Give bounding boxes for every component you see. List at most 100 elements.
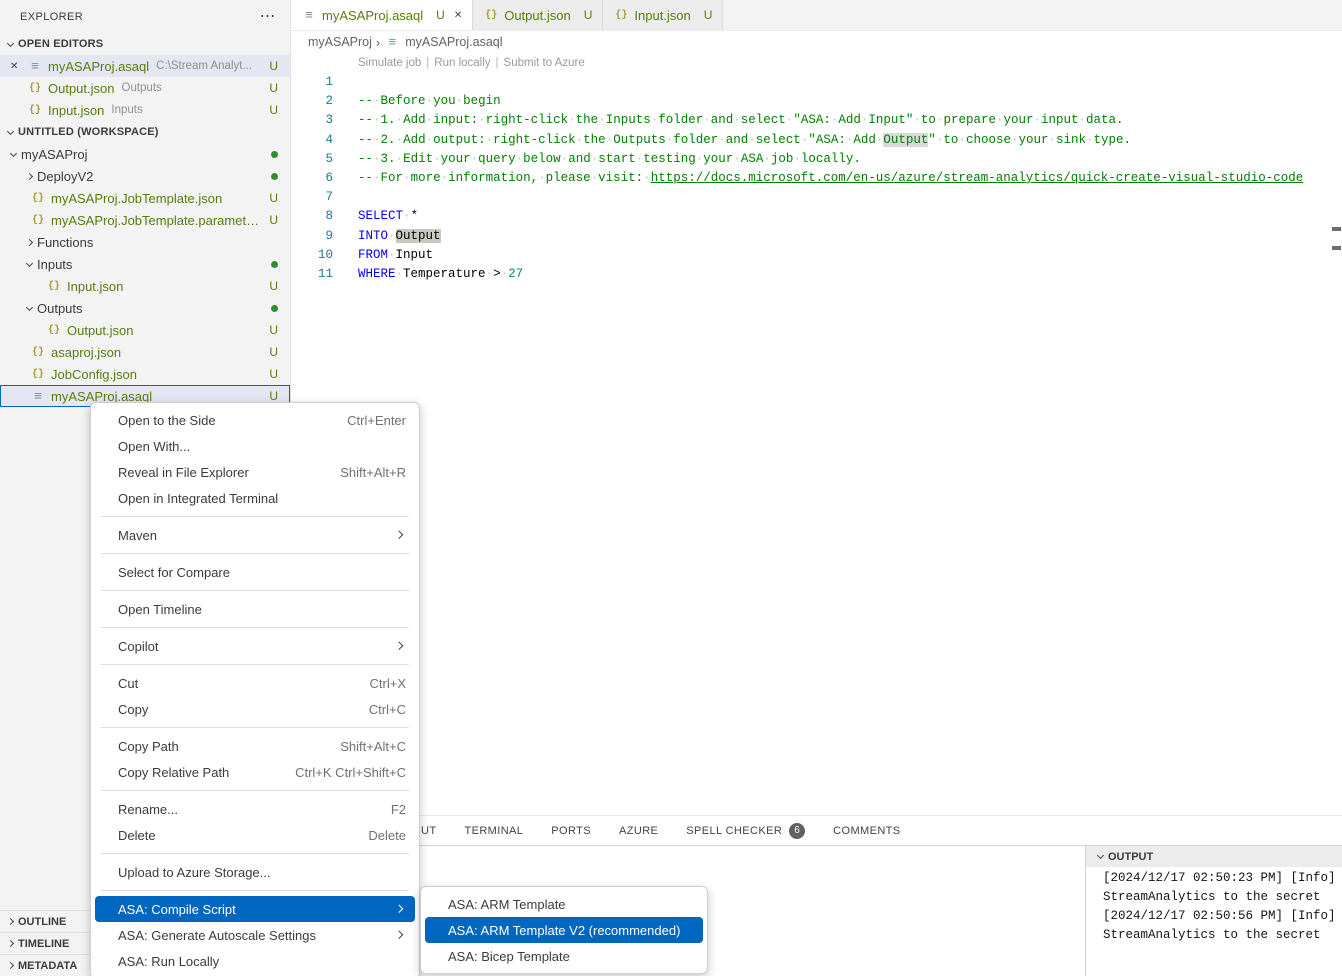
open-editors-header[interactable]: OPEN EDITORS bbox=[0, 33, 290, 55]
output-log-line: [2024/12/17 02:50:56 PM] [Info] bbox=[1086, 907, 1342, 926]
tree-file-item[interactable]: {}myASAProj.JobTemplate.parameter...U bbox=[0, 209, 290, 231]
whitespace-dot: · bbox=[936, 133, 944, 147]
submenu-arrow-icon bbox=[394, 531, 402, 539]
panel-tab-ports[interactable]: PORTS bbox=[551, 825, 591, 837]
code-link[interactable]: https://docs.microsoft.com/en-us/azure/s… bbox=[651, 171, 1304, 185]
menu-item-label: Copilot bbox=[118, 639, 384, 654]
menu-item[interactable]: Maven bbox=[95, 522, 415, 548]
open-editor-item[interactable]: ✕≡myASAProj.asaqlC:\Stream Analyt...U bbox=[0, 55, 290, 77]
chevron-down-icon bbox=[7, 39, 14, 46]
menu-item[interactable]: ASA: ARM Template bbox=[425, 891, 703, 917]
whitespace-dot: · bbox=[486, 267, 494, 281]
open-editor-item[interactable]: {}Output.jsonOutputsU bbox=[0, 77, 290, 99]
tree-folder-item[interactable]: Outputs bbox=[0, 297, 290, 319]
panel-tab-label: AZURE bbox=[619, 825, 658, 837]
codelens-action[interactable]: Run locally bbox=[434, 57, 490, 69]
whitespace-dot: · bbox=[403, 209, 411, 223]
menu-item-shortcut: Delete bbox=[368, 828, 406, 843]
tree-file-item[interactable]: {}myASAProj.JobTemplate.jsonU bbox=[0, 187, 290, 209]
menu-item-label: ASA: Generate Autoscale Settings bbox=[118, 928, 384, 943]
panel-tab-comments[interactable]: COMMENTS bbox=[833, 825, 900, 837]
menu-item-shortcut: Ctrl+C bbox=[369, 702, 406, 717]
menu-item-shortcut: Ctrl+K Ctrl+Shift+C bbox=[295, 765, 406, 780]
tree-folder-item[interactable]: myASAProj bbox=[0, 143, 290, 165]
tree-file-item[interactable]: {}JobConfig.jsonU bbox=[0, 363, 290, 385]
git-status-badge: U bbox=[263, 81, 278, 95]
menu-item[interactable]: DeleteDelete bbox=[95, 822, 415, 848]
tree-folder-item[interactable]: Inputs bbox=[0, 253, 290, 275]
workspace-header[interactable]: UNTITLED (WORKSPACE) bbox=[0, 121, 290, 143]
menu-item[interactable]: Open in Integrated Terminal bbox=[95, 485, 415, 511]
menu-item[interactable]: Copilot bbox=[95, 633, 415, 659]
codelens-separator: | bbox=[496, 57, 499, 69]
tree-file-item[interactable]: {}Input.jsonU bbox=[0, 275, 290, 297]
file-name: myASAProj.JobTemplate.parameter... bbox=[51, 213, 263, 228]
file-name: Input.json bbox=[48, 103, 104, 118]
overview-ruler-mark bbox=[1332, 246, 1341, 250]
menu-item[interactable]: ASA: Bicep Template bbox=[425, 943, 703, 969]
menu-item-label: ASA: Run Locally bbox=[118, 954, 406, 969]
section-label: OUTLINE bbox=[18, 916, 66, 928]
whitespace-dot: · bbox=[538, 171, 546, 185]
menu-item[interactable]: ASA: Run Locally bbox=[95, 948, 415, 974]
close-icon[interactable]: ✕ bbox=[10, 61, 27, 72]
breadcrumb-item[interactable]: ≡myASAProj.asaql bbox=[384, 35, 502, 50]
menu-item[interactable]: Copy Relative Path Ctrl+K Ctrl+Shift+C bbox=[95, 759, 415, 785]
menu-item-label: Copy Relative Path bbox=[118, 765, 271, 780]
editor-tabbar: ≡myASAProj.asaqlU✕{}Output.jsonU{}Input.… bbox=[291, 0, 1342, 31]
menu-item[interactable]: Rename...F2 bbox=[95, 796, 415, 822]
whitespace-dot: · bbox=[403, 171, 411, 185]
whitespace-dot: · bbox=[996, 113, 1004, 127]
code-editor[interactable]: Simulate job|Run locally|Submit to Azure… bbox=[291, 53, 1342, 815]
modified-dot bbox=[271, 261, 278, 268]
panel-tab-azure[interactable]: AZURE bbox=[619, 825, 658, 837]
menu-item[interactable]: ASA: Generate Autoscale Settings bbox=[95, 922, 415, 948]
git-status-badge: U bbox=[263, 191, 278, 205]
panel-tab-ut[interactable]: UT bbox=[421, 825, 436, 837]
file-name: myASAProj.JobTemplate.json bbox=[51, 191, 222, 206]
tree-folder-item[interactable]: Functions bbox=[0, 231, 290, 253]
open-editor-item[interactable]: {}Input.jsonInputsU bbox=[0, 99, 290, 121]
panel-tab-spell-checker[interactable]: SPELL CHECKER6 bbox=[686, 823, 805, 839]
code-line: 6--·For·more·information,·please·visit:·… bbox=[291, 169, 1342, 188]
menu-item[interactable]: Upload to Azure Storage... bbox=[95, 859, 415, 885]
menu-item[interactable]: CutCtrl+X bbox=[95, 670, 415, 696]
menu-item[interactable]: Select for Compare bbox=[95, 559, 415, 585]
code-line: 7 bbox=[291, 188, 1342, 207]
chevron-right-icon bbox=[26, 172, 33, 179]
file-description: Inputs bbox=[111, 104, 263, 116]
tree-folder-item[interactable]: DeployV2 bbox=[0, 165, 290, 187]
menu-item[interactable]: ASA: Compile Script bbox=[95, 896, 415, 922]
codelens-action[interactable]: Submit to Azure bbox=[504, 57, 585, 69]
whitespace-dot: · bbox=[373, 171, 381, 185]
menu-item[interactable]: CopyCtrl+C bbox=[95, 696, 415, 722]
menu-separator bbox=[101, 516, 409, 517]
menu-item[interactable]: Copy PathShift+Alt+C bbox=[95, 733, 415, 759]
breadcrumb-item[interactable]: myASAProj bbox=[308, 35, 372, 49]
menu-item[interactable]: Reveal in File ExplorerShift+Alt+R bbox=[95, 459, 415, 485]
close-icon[interactable]: ✕ bbox=[454, 10, 462, 21]
editor-tab[interactable]: {}Input.jsonU bbox=[603, 0, 723, 30]
tree-file-item[interactable]: {}asaproj.jsonU bbox=[0, 341, 290, 363]
whitespace-dot: · bbox=[718, 133, 726, 147]
whitespace-dot: · bbox=[846, 133, 854, 147]
editor-tab[interactable]: {}Output.jsonU bbox=[473, 0, 603, 30]
codelens-action[interactable]: Simulate job bbox=[358, 57, 421, 69]
menu-item[interactable]: Open With... bbox=[95, 433, 415, 459]
tree-file-item[interactable]: {}Output.jsonU bbox=[0, 319, 290, 341]
whitespace-dot: · bbox=[568, 113, 576, 127]
more-actions-icon[interactable]: ⋯ bbox=[260, 9, 276, 25]
editor-tab[interactable]: ≡myASAProj.asaqlU✕ bbox=[291, 0, 473, 30]
menu-item-label: Open to the Side bbox=[118, 413, 323, 428]
code-text: --·Before·you·begin bbox=[333, 92, 501, 111]
menu-item[interactable]: Open Timeline bbox=[95, 596, 415, 622]
panel-tab-terminal[interactable]: TERMINAL bbox=[464, 825, 523, 837]
output-section-header[interactable]: OUTPUT bbox=[1086, 846, 1342, 867]
tab-label: myASAProj.asaql bbox=[322, 8, 423, 23]
section-label: METADATA bbox=[18, 960, 77, 972]
menu-item[interactable]: Open to the SideCtrl+Enter bbox=[95, 407, 415, 433]
whitespace-dot: · bbox=[598, 113, 606, 127]
file-name: myASAProj.asaql bbox=[48, 59, 149, 74]
asaql-file-icon: ≡ bbox=[301, 8, 317, 23]
menu-item[interactable]: ASA: ARM Template V2 (recommended) bbox=[425, 917, 703, 943]
